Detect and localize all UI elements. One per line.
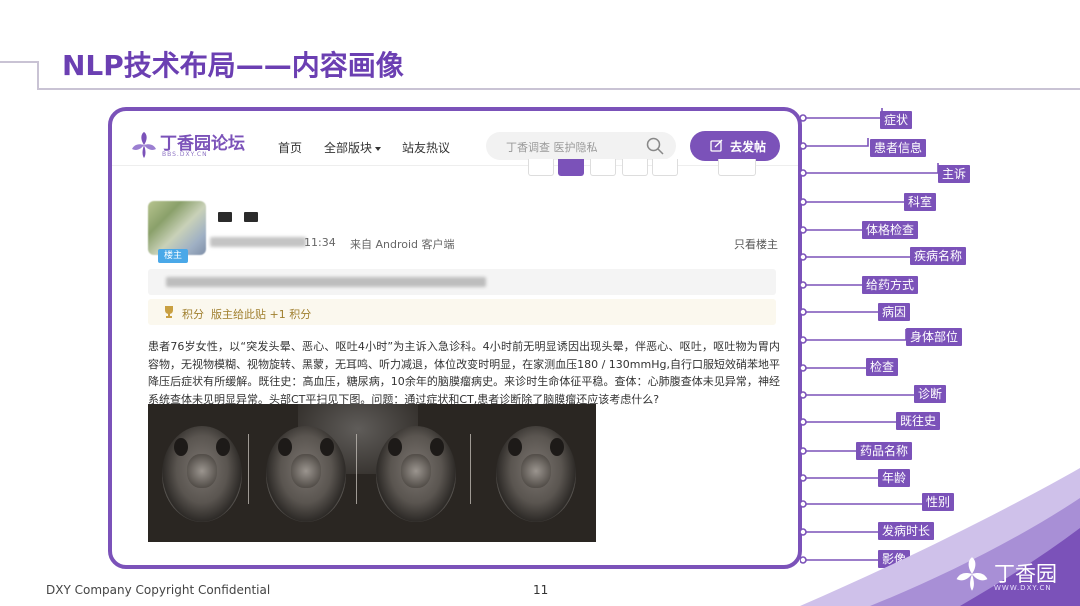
film-scale <box>356 434 357 504</box>
redacted-title-bar <box>148 269 776 295</box>
redacted-date <box>210 237 306 247</box>
tag-physical-exam: 体格检查 <box>862 221 919 239</box>
tag-patient-info: 患者信息 <box>870 139 927 157</box>
search-icon[interactable] <box>646 137 664 155</box>
pager-button[interactable] <box>528 159 554 176</box>
forum-logo-subtext: BBS.DXY.CN <box>162 151 208 158</box>
film-scale <box>470 434 471 504</box>
header-rule-left <box>0 61 38 63</box>
edit-icon <box>710 139 723 152</box>
tag-medical-history: 既往史 <box>896 412 941 430</box>
ct-slice <box>162 426 242 522</box>
score-label: 积分 <box>182 308 204 321</box>
pager-button[interactable] <box>590 159 616 176</box>
tag-administration-route: 给药方式 <box>862 276 919 294</box>
pager-button[interactable] <box>652 159 678 176</box>
nav-home[interactable]: 首页 <box>278 139 302 156</box>
post-body: 患者76岁女性，以“突发头晕、恶心、呕吐4小时”为主诉入急诊科。4小时前无明显诱… <box>148 340 780 406</box>
tag-chief-complaint: 主诉 <box>938 165 971 183</box>
score-text: 积分 版主给此贴 +1 积分 <box>182 306 311 322</box>
clove-logo-icon <box>956 557 988 591</box>
tag-cause: 病因 <box>878 303 911 321</box>
page-jump-input[interactable] <box>718 159 756 176</box>
tag-disease-name: 疾病名称 <box>910 247 967 265</box>
search-input[interactable]: 丁香调查 医护隐私 <box>486 132 676 160</box>
header-rule-step <box>37 61 39 89</box>
pager-button[interactable] <box>622 159 648 176</box>
tag-department: 科室 <box>904 193 937 211</box>
redacted-username <box>218 212 232 222</box>
forum-navbar: 丁香园论坛 BBS.DXY.CN 首页 全部版块 站友热议 丁香调查 医护隐私 … <box>112 111 798 166</box>
chevron-down-icon <box>375 146 382 151</box>
forum-screenshot: 丁香园论坛 BBS.DXY.CN 首页 全部版块 站友热议 丁香调查 医护隐私 … <box>108 107 802 569</box>
tag-diagnosis: 诊断 <box>914 385 947 403</box>
copyright-footer: DXY Company Copyright Confidential <box>46 583 271 597</box>
ct-slice <box>376 426 456 522</box>
pager-button-active[interactable] <box>558 159 584 176</box>
page-number: 11 <box>533 583 549 597</box>
tag-body-part: 身体部位 <box>906 328 963 346</box>
redacted-username <box>244 212 258 222</box>
op-badge: 楼主 <box>158 249 188 263</box>
score-bar: 积分 版主给此贴 +1 积分 <box>148 299 776 325</box>
film-scale <box>248 434 249 504</box>
only-op-link[interactable]: 只看楼主 <box>734 236 778 252</box>
redacted-title <box>166 277 486 287</box>
tag-symptom: 症状 <box>880 111 913 129</box>
post-source: 来自 Android 客户端 <box>350 238 455 251</box>
nav-hot-topics[interactable]: 站友热议 <box>402 139 450 156</box>
header-rule <box>37 88 1080 90</box>
post-time: 11:34 <box>304 236 336 249</box>
clove-logo-icon <box>132 132 156 158</box>
nav-all-boards[interactable]: 全部版块 <box>324 139 382 156</box>
tag-drug-name: 药品名称 <box>856 442 913 460</box>
corner-logo-subtext: WWW.DXY.CN <box>994 584 1052 592</box>
search-placeholder: 丁香调查 医护隐私 <box>506 141 598 154</box>
ct-slice <box>496 426 576 522</box>
ct-slice <box>266 426 346 522</box>
tag-examination: 检查 <box>866 358 899 376</box>
avatar[interactable] <box>148 201 206 255</box>
nav-all-boards-label: 全部版块 <box>324 141 373 155</box>
ct-scan-image[interactable] <box>148 404 596 542</box>
trophy-icon <box>165 306 173 318</box>
slide-title: NLP技术布局——内容画像 <box>62 49 404 82</box>
new-post-label: 去发帖 <box>730 140 767 154</box>
score-detail: 版主给此贴 +1 积分 <box>211 308 312 321</box>
new-post-button[interactable]: 去发帖 <box>690 131 780 161</box>
